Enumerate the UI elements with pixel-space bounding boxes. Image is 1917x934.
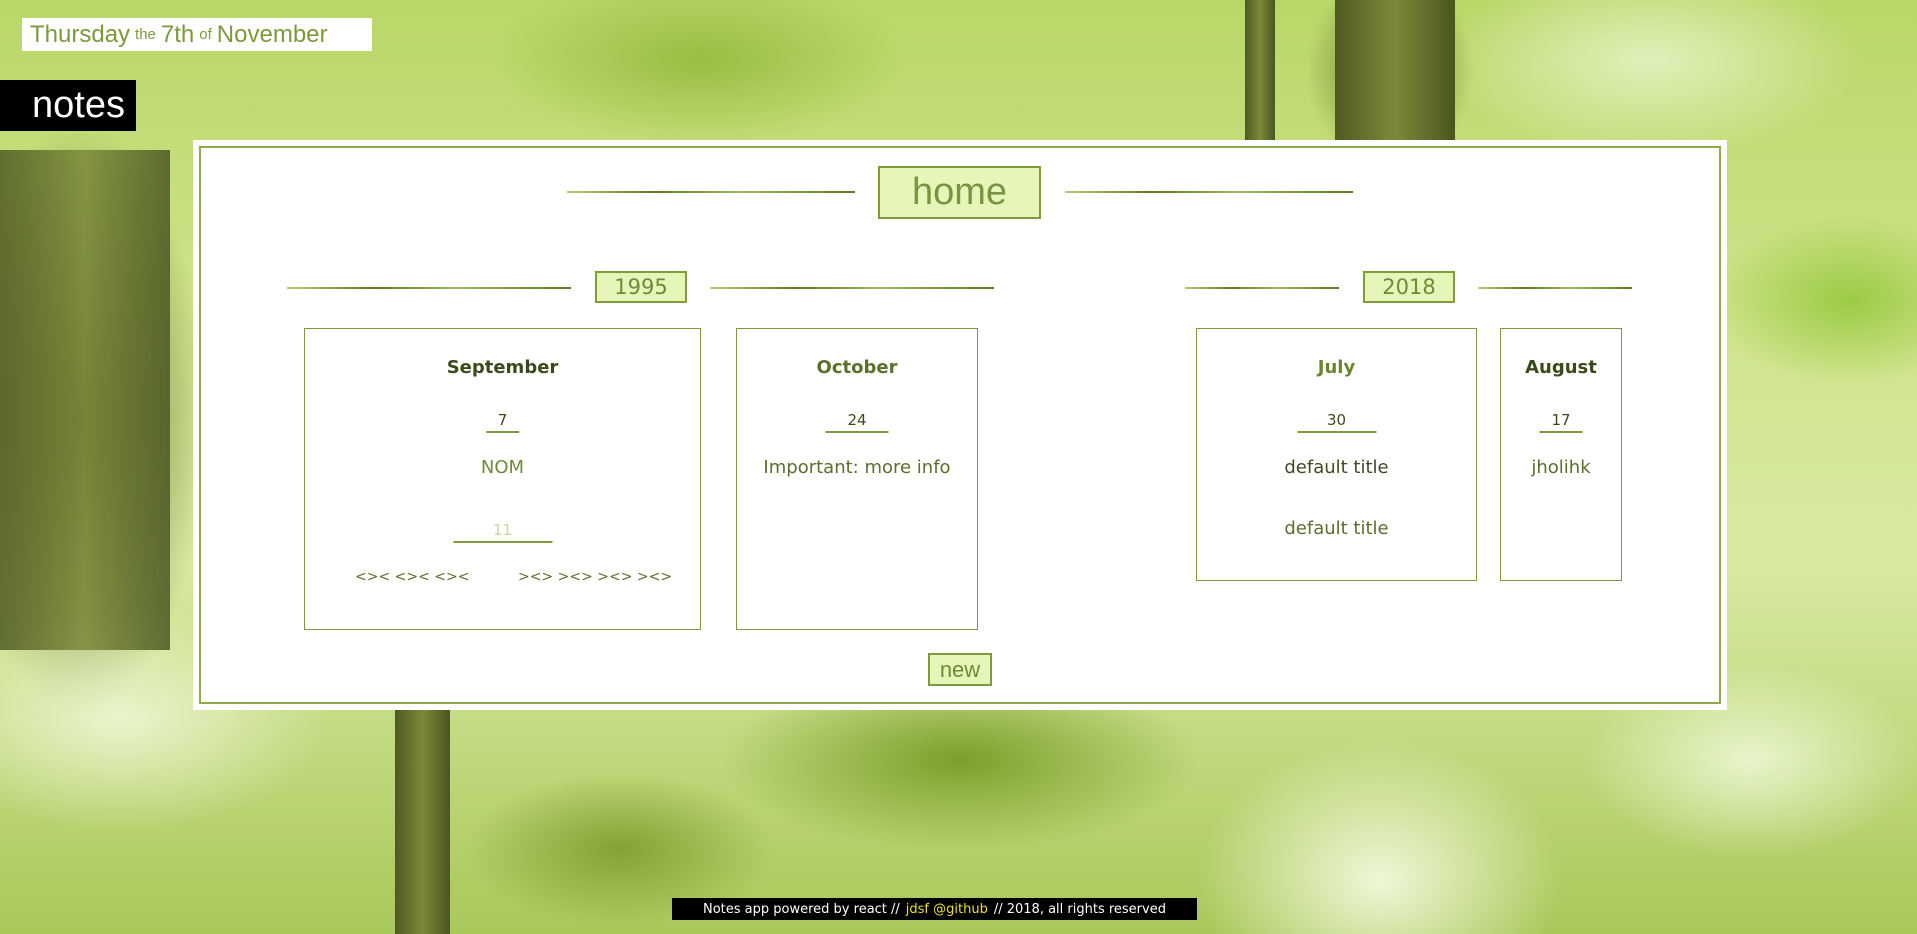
day-label: 30 [1296,411,1377,433]
footer-prefix: Notes app powered by react // [703,901,900,917]
day-label: 24 [825,411,889,433]
page-title: home [878,166,1041,219]
month-title: August [1525,357,1597,378]
background-tree-trunk [1245,0,1275,140]
year-heading: 2018 [1363,271,1455,303]
footer-suffix: // 2018, all rights reserved [993,901,1166,917]
background-tree-trunk [395,710,450,934]
year-rule-left [287,287,571,289]
month-title: July [1317,357,1356,378]
note-title[interactable]: <>< <>< <>< [355,569,469,585]
note-title[interactable]: default title [1197,518,1476,539]
note-title[interactable]: ><> ><> ><> ><> [518,569,672,585]
year-rule-left [1185,287,1339,289]
year-heading: 1995 [595,271,687,303]
date-weekday: Thursday [30,20,131,48]
background-tree-trunk [0,150,170,650]
home-rule-right [1065,191,1353,193]
month-card: July 30 default title default title [1196,328,1477,581]
year-rule-right [710,287,994,289]
date-of: of [199,26,212,43]
month-title: October [816,357,898,378]
date-the: the [135,26,156,43]
day-label: 11 [452,521,553,543]
note-title[interactable]: default title [1197,457,1476,478]
month-card: October 24 Important: more info [736,328,978,630]
app-title[interactable]: notes [0,80,136,131]
new-note-button[interactable]: new [928,653,992,686]
month-card: September 7 NOM 11 <>< <>< <>< ><> ><> >… [304,328,701,630]
date-badge: Thursday the 7th of November [22,18,372,51]
month-title: September [446,357,559,378]
note-title[interactable]: Important: more info [737,457,977,478]
home-rule-left [567,191,855,193]
note-title[interactable]: NOM [305,457,700,478]
note-title[interactable]: jholihk [1501,457,1621,478]
date-day: 7th [160,20,195,48]
month-card: August 17 jholihk [1500,328,1622,581]
background-tree-trunk [1335,0,1455,140]
date-month: November [216,20,328,48]
github-link[interactable]: jdsf @github [906,902,988,917]
footer: Notes app powered by react // jdsf @gith… [672,898,1197,920]
day-label: 7 [485,411,520,433]
day-label: 17 [1539,411,1583,433]
year-rule-right [1478,287,1632,289]
